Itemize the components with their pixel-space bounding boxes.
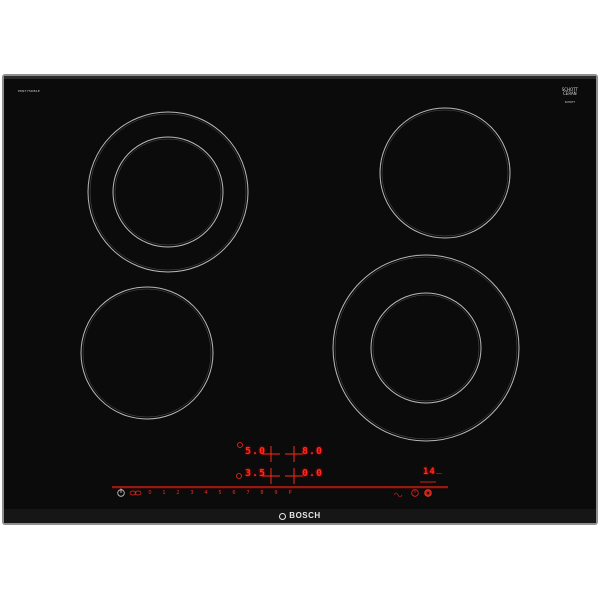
- timer-unit: —: [436, 470, 442, 477]
- level-display-front-right: 0.0: [302, 468, 324, 479]
- brand-logo: BOSCH: [2, 511, 598, 520]
- slider-level[interactable]: 6: [230, 490, 238, 496]
- slider-level[interactable]: 9: [272, 490, 280, 496]
- badge-sub: SCHOTT: [564, 100, 575, 104]
- slider-level[interactable]: 5: [216, 490, 224, 496]
- slider-level[interactable]: 2: [174, 490, 182, 496]
- level-display-rear-left: 5.0: [245, 446, 267, 457]
- slider-level[interactable]: 1: [160, 490, 168, 496]
- badge-line2: CERAN: [563, 91, 577, 97]
- bosch-logo-icon: [279, 513, 287, 520]
- glass-surface: [4, 76, 596, 523]
- lock-icon[interactable]: [424, 489, 432, 497]
- level-display-rear-right: 8.0: [302, 446, 324, 457]
- slider-level[interactable]: P: [286, 490, 294, 496]
- slider-level[interactable]: 3: [188, 490, 196, 496]
- cooktop-panel: PKN775DB1E SCHOTT CERAN SCHOTT 5.0 8.0 3…: [2, 74, 598, 525]
- slider-level[interactable]: 4: [202, 490, 210, 496]
- slider-level[interactable]: 0: [146, 490, 154, 496]
- timer-display: 14: [423, 467, 436, 477]
- brand-name: BOSCH: [289, 511, 321, 520]
- level-display-front-left: 3.5: [245, 468, 267, 479]
- slider-level[interactable]: 7: [244, 490, 252, 496]
- cooktop-surface: [2, 74, 598, 525]
- slider-level[interactable]: 8: [258, 490, 266, 496]
- ceran-badge: SCHOTT CERAN SCHOTT: [562, 87, 578, 105]
- model-code: PKN775DB1E: [18, 89, 40, 93]
